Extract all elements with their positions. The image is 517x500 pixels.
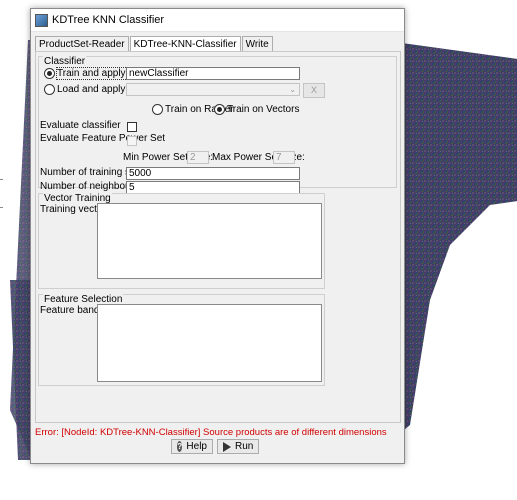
run-button-label: Run bbox=[235, 441, 254, 452]
window-title: KDTree KNN Classifier bbox=[52, 14, 165, 26]
load-classifier-dropdown[interactable]: ⌄ bbox=[126, 83, 300, 96]
dialog-window: KDTree KNN Classifier ProductSet-Reader … bbox=[30, 8, 405, 464]
tab-content-panel: Classifier Train and apply classifier ne… bbox=[35, 51, 401, 423]
evaluate-classifier-checkbox[interactable] bbox=[127, 122, 137, 132]
tab-bar: ProductSet-Reader KDTree-KNN-Classifier … bbox=[35, 36, 274, 52]
classifier-group: Classifier Train and apply classifier ne… bbox=[38, 56, 397, 194]
vector-training-group: Vector Training Training vectors: bbox=[38, 193, 325, 289]
train-on-raster-radio[interactable] bbox=[152, 104, 163, 115]
help-button-label: Help bbox=[186, 441, 207, 452]
train-apply-radio[interactable] bbox=[44, 68, 55, 79]
evaluate-fps-checkbox[interactable] bbox=[127, 136, 137, 146]
delete-classifier-button[interactable]: X bbox=[303, 83, 325, 98]
left-edge-mark bbox=[0, 207, 3, 208]
left-edge-mark bbox=[0, 179, 3, 180]
help-button[interactable]: ? Help bbox=[171, 439, 213, 454]
training-vectors-list[interactable] bbox=[97, 203, 322, 279]
feature-bands-list[interactable] bbox=[97, 304, 322, 382]
chevron-down-icon: ⌄ bbox=[289, 85, 296, 94]
error-message: Error: [NodeId: KDTree-KNN-Classifier] S… bbox=[35, 427, 387, 438]
evaluate-fps-label: Evaluate Feature Power Set bbox=[40, 133, 166, 144]
classifier-group-title: Classifier bbox=[43, 56, 87, 67]
feature-selection-group: Feature Selection Feature bands: bbox=[38, 294, 325, 386]
tab-write[interactable]: Write bbox=[241, 36, 273, 51]
max-power-set-input[interactable]: 7 bbox=[273, 151, 295, 164]
num-samples-input[interactable]: 5000 bbox=[126, 167, 300, 180]
run-button[interactable]: Run bbox=[217, 439, 259, 454]
help-icon: ? bbox=[177, 441, 183, 452]
title-bar[interactable]: KDTree KNN Classifier bbox=[31, 9, 404, 32]
play-icon bbox=[223, 441, 231, 452]
tab-kdtree-knn-classifier[interactable]: KDTree-KNN-Classifier bbox=[129, 36, 241, 52]
train-on-vectors-radio[interactable] bbox=[214, 104, 225, 115]
app-icon bbox=[35, 13, 48, 27]
min-power-set-input[interactable]: 2 bbox=[187, 151, 209, 164]
tab-productset-reader[interactable]: ProductSet-Reader bbox=[35, 36, 129, 51]
load-apply-radio[interactable] bbox=[44, 84, 55, 95]
classifier-name-input[interactable]: newClassifier bbox=[126, 67, 300, 80]
train-on-vectors-label[interactable]: Train on Vectors bbox=[227, 104, 299, 115]
evaluate-classifier-label: Evaluate classifier bbox=[40, 120, 121, 131]
